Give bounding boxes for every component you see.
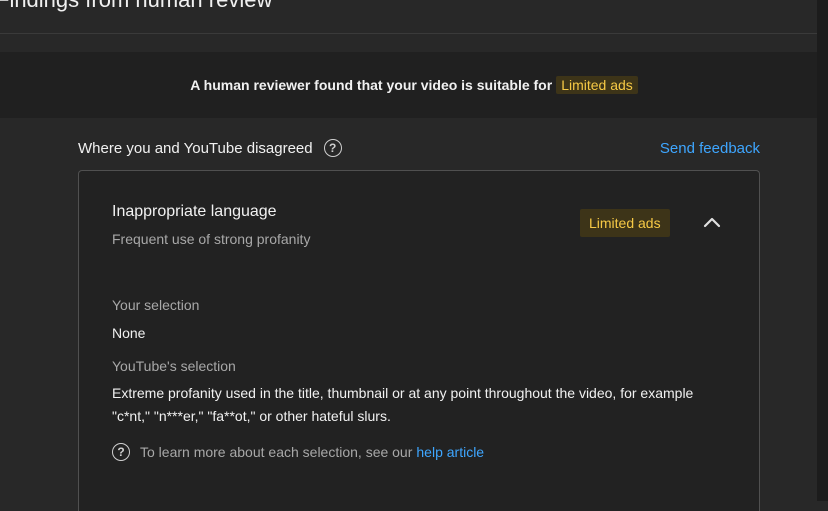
banner-text: A human reviewer found that your video i…: [190, 77, 553, 93]
window-edge: [817, 0, 828, 501]
section-label: Where you and YouTube disagreed: [78, 139, 313, 157]
learn-more-text: To learn more about each selection, see …: [140, 444, 413, 460]
finding-title: Inappropriate language: [112, 203, 277, 220]
chevron-up-icon[interactable]: [702, 215, 722, 229]
youtube-selection-label: YouTube's selection: [112, 358, 236, 374]
send-feedback-link[interactable]: Send feedback: [660, 140, 760, 157]
finding-subtitle: Frequent use of strong profanity: [112, 231, 311, 247]
your-selection-value: None: [112, 325, 146, 341]
disagreement-header: Where you and YouTube disagreed ? Send f…: [78, 137, 760, 159]
finding-limited-ads-badge: Limited ads: [580, 209, 670, 237]
limited-ads-badge: Limited ads: [556, 76, 638, 94]
page-title: Findings from human review: [0, 0, 272, 13]
help-article-row: ? To learn more about each selection, se…: [112, 443, 484, 461]
review-result-banner: A human reviewer found that your video i…: [0, 52, 828, 118]
question-circle-icon: ?: [112, 443, 130, 461]
help-article-link[interactable]: help article: [416, 444, 484, 460]
question-circle-icon[interactable]: ?: [323, 139, 342, 157]
divider: [0, 33, 828, 34]
youtube-selection-value: Extreme profanity used in the title, thu…: [112, 385, 694, 424]
your-selection-label: Your selection: [112, 297, 200, 313]
finding-card: Inappropriate language Frequent use of s…: [78, 170, 760, 511]
